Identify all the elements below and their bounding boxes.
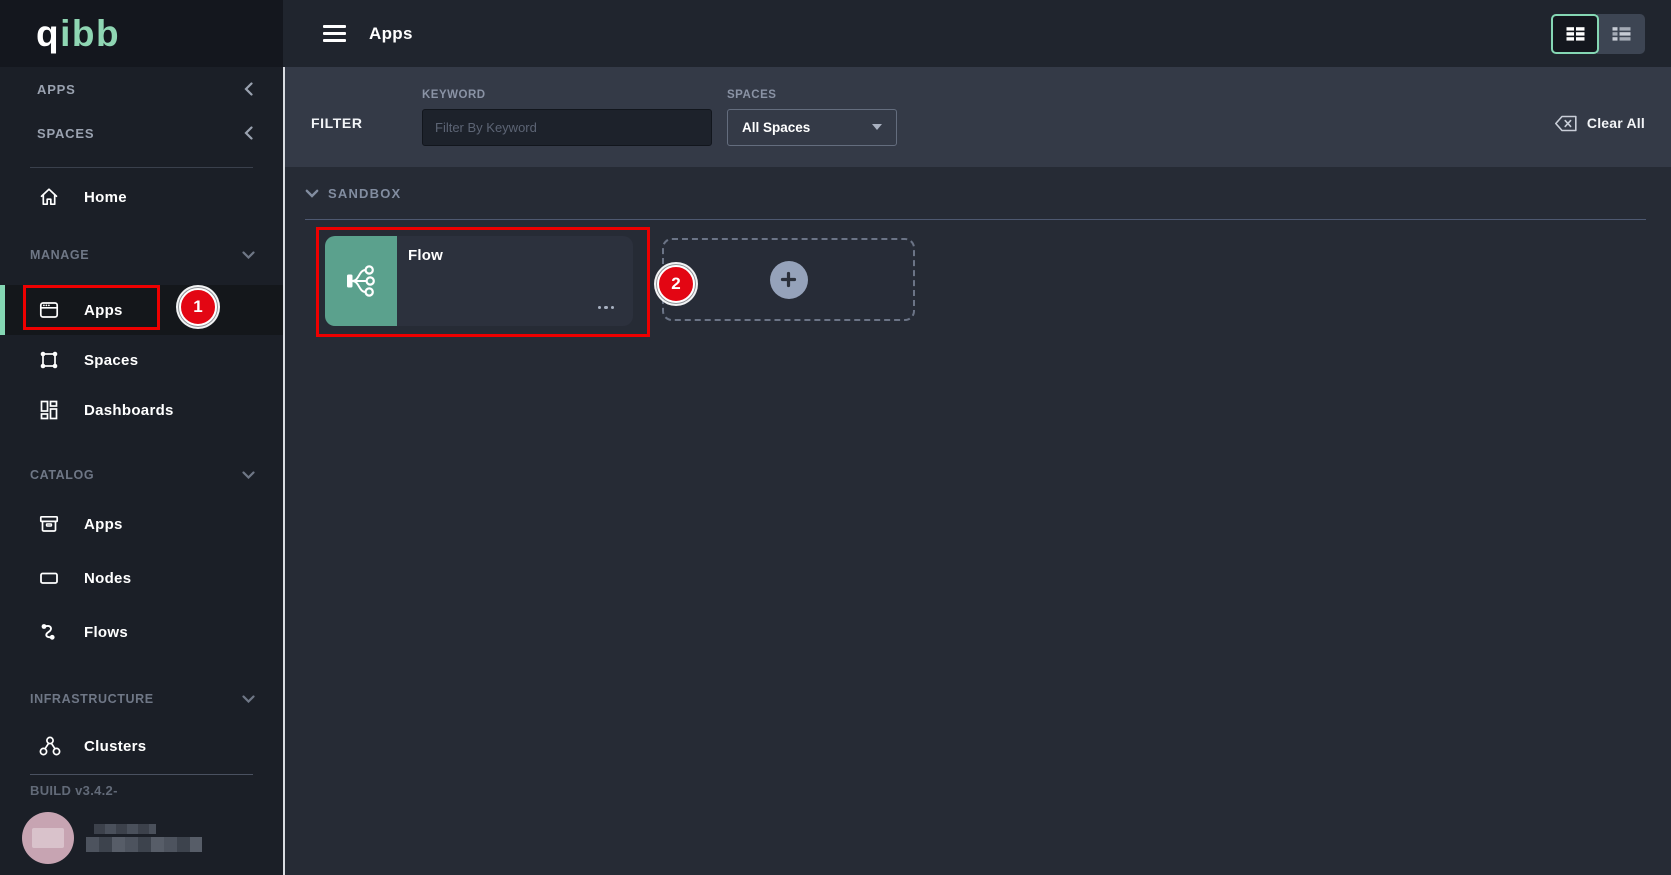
sidebar-item-clusters-label: Clusters [84, 738, 146, 755]
sidebar-item-flows[interactable]: Flows [0, 605, 283, 659]
chevron-left-icon [244, 126, 253, 140]
card-menu-button[interactable] [594, 302, 619, 314]
grid-view-icon [1565, 26, 1586, 42]
username-blurred [86, 824, 202, 852]
chevron-down-icon [242, 251, 255, 259]
spaces-group: SPACES All Spaces [727, 89, 897, 146]
chevron-down-icon [242, 471, 255, 479]
section-divider [305, 219, 1646, 220]
app-card-title: Flow [397, 236, 443, 326]
cluster-network-icon [37, 734, 64, 758]
body-row: APPS SPACES Home [0, 67, 1671, 875]
sidebar-item-home-label: Home [84, 189, 127, 206]
sidebar-section-infrastructure[interactable]: INFRASTRUCTURE [0, 677, 283, 721]
sidebar-group-spaces-label: SPACES [37, 126, 94, 141]
browser-window-icon [37, 298, 64, 322]
add-app-card[interactable] [662, 238, 915, 321]
chevron-down-icon [242, 695, 255, 703]
sidebar-group-spaces[interactable]: SPACES [0, 111, 283, 155]
user-profile[interactable] [22, 812, 283, 864]
sidebar-item-apps-catalog-label: Apps [84, 516, 123, 533]
sidebar-item-nodes-label: Nodes [84, 570, 131, 587]
ellipsis-icon [611, 306, 615, 310]
clear-all-label: Clear All [1587, 115, 1645, 131]
main-area: FILTER KEYWORD SPACES All Spaces [285, 67, 1671, 875]
ellipsis-icon [598, 306, 602, 310]
artboard-icon [37, 348, 64, 372]
sandbox-section-header[interactable]: SANDBOX [305, 181, 1671, 205]
list-view-button[interactable] [1597, 14, 1645, 54]
sidebar-item-dashboards[interactable]: Dashboards [0, 385, 283, 435]
content-area: SANDBOX [285, 167, 1671, 875]
sidebar-item-spaces[interactable]: Spaces [0, 335, 283, 385]
build-version: BUILD v3.4.2- [0, 775, 283, 798]
grid-view-button[interactable] [1551, 14, 1599, 54]
chevron-down-icon [305, 189, 319, 198]
list-view-icon [1611, 26, 1632, 42]
avatar[interactable] [22, 812, 74, 864]
home-icon [37, 185, 64, 209]
sidebar-section-catalog[interactable]: CATALOG [0, 453, 283, 497]
sidebar-item-nodes[interactable]: Nodes [0, 551, 283, 605]
add-app-button[interactable] [770, 261, 808, 299]
clear-all-button[interactable]: Clear All [1554, 115, 1645, 132]
sidebar-group-apps-label: APPS [37, 82, 76, 97]
flow-branches-icon [338, 258, 384, 304]
topbar: qibb Apps [0, 0, 1671, 67]
menu-icon[interactable] [323, 25, 346, 42]
sidebar-divider [30, 167, 253, 168]
caret-down-icon [872, 124, 882, 130]
page-title: Apps [369, 24, 413, 44]
spaces-dropdown-value: All Spaces [742, 120, 810, 135]
sidebar-group-apps[interactable]: APPS [0, 67, 283, 111]
node-icon [37, 566, 64, 590]
spaces-dropdown[interactable]: All Spaces [727, 109, 897, 146]
ellipsis-icon [604, 306, 608, 310]
sidebar-section-manage[interactable]: MANAGE [0, 233, 283, 277]
sidebar-section-infrastructure-label: INFRASTRUCTURE [30, 692, 154, 706]
sidebar-item-spaces-label: Spaces [84, 352, 138, 369]
keyword-group: KEYWORD [422, 89, 712, 146]
filter-label: FILTER [311, 115, 422, 131]
sidebar-item-dashboards-label: Dashboards [84, 402, 174, 419]
app-cards-row: Flow [325, 236, 1671, 326]
sidebar-section-manage-label: MANAGE [30, 248, 89, 262]
keyword-label: KEYWORD [422, 89, 712, 101]
filter-bar: FILTER KEYWORD SPACES All Spaces [285, 67, 1671, 167]
sidebar-item-apps-label: Apps [84, 302, 123, 319]
archive-box-icon [37, 512, 64, 536]
sidebar-item-clusters[interactable]: Clusters [0, 721, 283, 771]
spaces-label: SPACES [727, 89, 897, 101]
view-toggle [1551, 14, 1645, 54]
flow-squiggle-icon [37, 620, 64, 644]
username-blur-line [94, 824, 156, 834]
sandbox-section-label: SANDBOX [328, 186, 401, 201]
logo-text-q: q [36, 13, 60, 54]
qibb-logo[interactable]: qibb [36, 15, 120, 52]
plus-icon [780, 271, 797, 288]
keyword-input[interactable] [422, 109, 712, 146]
sidebar-item-flows-label: Flows [84, 624, 128, 641]
backspace-clear-icon [1554, 115, 1578, 132]
sidebar-section-catalog-label: CATALOG [30, 468, 94, 482]
sidebar-item-apps-catalog[interactable]: Apps [0, 497, 283, 551]
app-window: qibb Apps [0, 0, 1671, 875]
dashboard-icon [37, 398, 64, 422]
topbar-main: Apps [283, 0, 1671, 67]
chevron-left-icon [244, 82, 253, 96]
username-blur-line [86, 837, 202, 852]
sidebar-item-home[interactable]: Home [0, 169, 283, 225]
app-card-flow[interactable]: Flow [325, 236, 633, 326]
logo-area: qibb [0, 0, 283, 67]
flow-card-icon-tile [325, 236, 397, 326]
sidebar: APPS SPACES Home [0, 67, 285, 875]
logo-text-ibb: ibb [60, 13, 120, 54]
sidebar-item-apps[interactable]: Apps [0, 285, 283, 335]
